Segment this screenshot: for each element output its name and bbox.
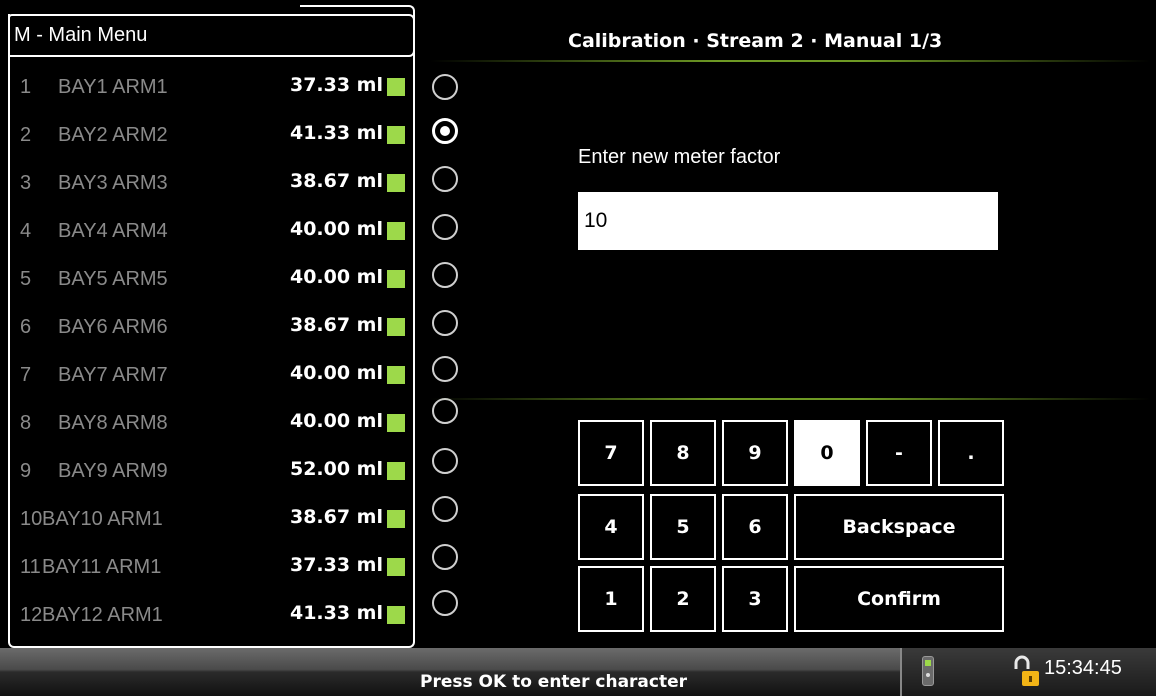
arm-radio-1[interactable] xyxy=(432,74,458,100)
arm-value: 40.00 ml xyxy=(289,218,383,240)
arm-name: BAY9 ARM9 xyxy=(58,460,168,482)
arm-value: 37.33 ml xyxy=(289,74,383,96)
status-indicator-icon xyxy=(387,270,405,288)
arm-name: BAY3 ARM3 xyxy=(58,172,168,194)
arm-name: BAY1 ARM1 xyxy=(58,76,168,98)
status-message: Press OK to enter character xyxy=(420,672,688,692)
status-indicator-icon xyxy=(387,126,405,144)
arm-index: 8 xyxy=(20,412,32,434)
key-3[interactable]: 3 xyxy=(722,566,788,632)
status-indicator-icon xyxy=(387,558,405,576)
arm-radio-11[interactable] xyxy=(432,544,458,570)
arm-name: BAY2 ARM2 xyxy=(58,124,168,146)
key-6[interactable]: 6 xyxy=(722,494,788,560)
main-menu-header[interactable]: M - Main Menu xyxy=(8,14,415,57)
arm-name: BAY10 ARM1 xyxy=(42,508,163,530)
arm-index: 3 xyxy=(20,172,32,194)
key-9[interactable]: 9 xyxy=(722,420,788,486)
keypad-divider xyxy=(430,398,1150,400)
arm-name: BAY5 ARM5 xyxy=(58,268,168,290)
title-divider xyxy=(430,60,1150,62)
status-indicator-icon xyxy=(387,174,405,192)
key-2[interactable]: 2 xyxy=(650,566,716,632)
clock-time: 15:34:45 xyxy=(1044,657,1122,679)
arm-radio-3[interactable] xyxy=(432,166,458,192)
arm-value: 40.00 ml xyxy=(289,410,383,432)
status-indicator-icon xyxy=(387,318,405,336)
meter-factor-label: Enter new meter factor xyxy=(578,146,781,168)
confirm-button[interactable]: Confirm xyxy=(794,566,1004,632)
arm-row-10[interactable]: 10 BAY10 ARM1 38.67 ml xyxy=(10,498,415,546)
key-4[interactable]: 4 xyxy=(578,494,644,560)
arm-value: 38.67 ml xyxy=(289,314,383,336)
arm-radio-7[interactable] xyxy=(432,356,458,382)
arm-row-7[interactable]: 7 BAY7 ARM7 40.00 ml xyxy=(10,354,415,402)
arm-row-11[interactable]: 11 BAY11 ARM1 37.33 ml xyxy=(10,546,415,594)
arm-radio-2[interactable] xyxy=(432,118,458,144)
arm-row-4[interactable]: 4 BAY4 ARM4 40.00 ml xyxy=(10,210,415,258)
key-dash[interactable]: - xyxy=(866,420,932,486)
arm-row-1[interactable]: 1 BAY1 ARM1 37.33 ml xyxy=(10,66,415,114)
arm-radio-4[interactable] xyxy=(432,214,458,240)
arm-radio-12[interactable] xyxy=(432,590,458,616)
arm-name: BAY12 ARM1 xyxy=(42,604,163,626)
arm-value: 37.33 ml xyxy=(289,554,383,576)
arm-radio-8[interactable] xyxy=(432,398,458,424)
key-dot[interactable]: . xyxy=(938,420,1004,486)
arm-list: 1 BAY1 ARM1 37.33 ml 2 BAY2 ARM2 41.33 m… xyxy=(10,66,415,642)
arm-radio-6[interactable] xyxy=(432,310,458,336)
arm-index: 5 xyxy=(20,268,32,290)
arm-value: 40.00 ml xyxy=(289,362,383,384)
arm-index: 6 xyxy=(20,316,32,338)
key-1[interactable]: 1 xyxy=(578,566,644,632)
arm-value: 41.33 ml xyxy=(289,122,383,144)
arm-row-2[interactable]: 2 BAY2 ARM2 41.33 ml xyxy=(10,114,415,162)
arm-row-8[interactable]: 8 BAY8 ARM8 40.00 ml xyxy=(10,402,415,450)
arm-index: 1 xyxy=(20,76,32,98)
status-indicator-icon xyxy=(387,222,405,240)
arm-value: 40.00 ml xyxy=(289,266,383,288)
arm-index: 9 xyxy=(20,460,32,482)
status-indicator-icon xyxy=(387,510,405,528)
arm-radio-9[interactable] xyxy=(432,448,458,474)
arm-value: 52.00 ml xyxy=(289,458,383,480)
arm-row-6[interactable]: 6 BAY6 ARM6 38.67 ml xyxy=(10,306,415,354)
arm-radio-5[interactable] xyxy=(432,262,458,288)
arm-value: 38.67 ml xyxy=(289,170,383,192)
arm-index: 12 xyxy=(20,604,43,626)
arm-row-12[interactable]: 12 BAY12 ARM1 41.33 ml xyxy=(10,594,415,642)
arm-name: BAY4 ARM4 xyxy=(58,220,168,242)
status-indicator-icon xyxy=(387,462,405,480)
arm-row-9[interactable]: 9 BAY9 ARM9 52.00 ml xyxy=(10,450,415,498)
arm-index: 11 xyxy=(20,556,41,578)
status-indicator-icon xyxy=(387,78,405,96)
status-indicator-icon xyxy=(387,366,405,384)
key-8[interactable]: 8 xyxy=(650,420,716,486)
key-5[interactable]: 5 xyxy=(650,494,716,560)
arm-name: BAY8 ARM8 xyxy=(58,412,168,434)
arm-row-5[interactable]: 5 BAY5 ARM5 40.00 ml xyxy=(10,258,415,306)
arm-row-3[interactable]: 3 BAY3 ARM3 38.67 ml xyxy=(10,162,415,210)
arm-index: 10 xyxy=(20,508,43,530)
meter-factor-input[interactable] xyxy=(578,192,998,250)
status-indicator-icon xyxy=(387,414,405,432)
arm-index: 4 xyxy=(20,220,32,242)
remote-device-icon xyxy=(922,656,934,686)
arm-value: 38.67 ml xyxy=(289,506,383,528)
lock-icon xyxy=(1014,655,1039,686)
arm-index: 7 xyxy=(20,364,32,386)
key-0[interactable]: 0 xyxy=(794,420,860,486)
page-title: Calibration · Stream 2 · Manual 1/3 xyxy=(568,30,943,52)
arm-name: BAY11 ARM1 xyxy=(42,556,162,578)
arm-value: 41.33 ml xyxy=(289,602,383,624)
backspace-button[interactable]: Backspace xyxy=(794,494,1004,560)
status-indicator-icon xyxy=(387,606,405,624)
arm-name: BAY6 ARM6 xyxy=(58,316,168,338)
arm-name: BAY7 ARM7 xyxy=(58,364,168,386)
arm-radio-10[interactable] xyxy=(432,496,458,522)
arm-index: 2 xyxy=(20,124,32,146)
key-7[interactable]: 7 xyxy=(578,420,644,486)
